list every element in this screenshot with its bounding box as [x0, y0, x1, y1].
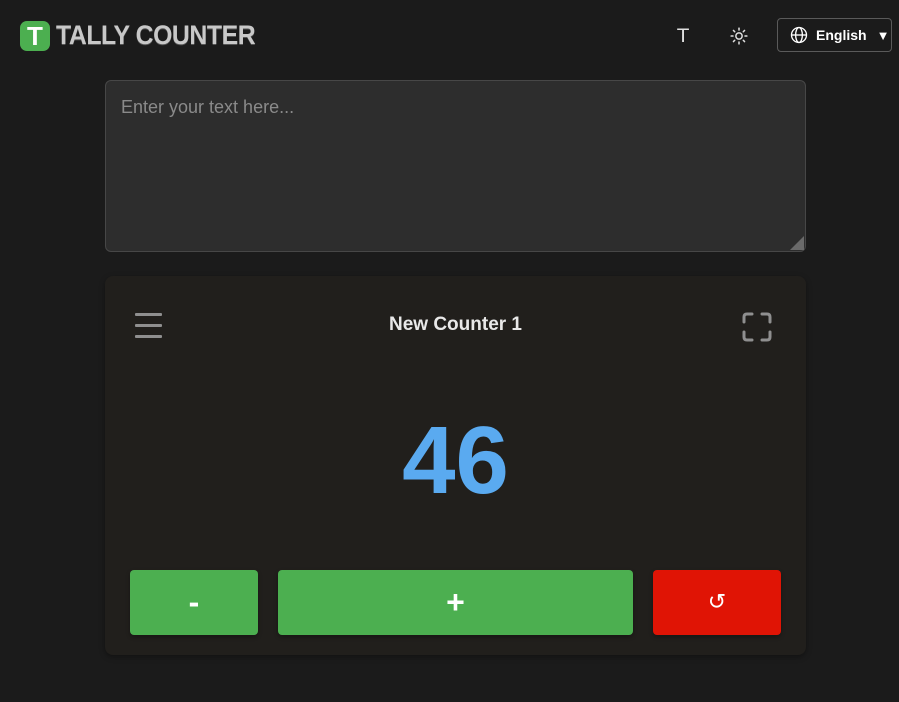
language-selected-label: English [816, 27, 867, 43]
font-size-label: T [677, 25, 689, 47]
decrement-button[interactable]: - [130, 570, 258, 635]
reset-icon: ↺ [707, 590, 727, 615]
reset-button[interactable]: ↺ [653, 570, 781, 635]
counter-value: 46 [402, 407, 509, 514]
fullscreen-button[interactable] [741, 311, 773, 343]
top-bar: T TALLY COUNTER T English ▼ [0, 0, 899, 72]
app-title: TALLY COUNTER [56, 20, 256, 50]
theme-toggle-button[interactable] [723, 20, 755, 52]
fullscreen-icon [742, 312, 772, 342]
sun-icon [730, 27, 748, 45]
increment-button[interactable]: + [278, 570, 633, 635]
resize-grip-icon[interactable] [790, 236, 804, 250]
font-size-button[interactable]: T [667, 20, 699, 52]
decrement-label: - [188, 584, 200, 620]
chevron-down-icon: ▼ [876, 27, 890, 43]
globe-icon [790, 26, 808, 44]
logo-badge-icon: T [20, 20, 50, 51]
text-input[interactable] [105, 80, 806, 252]
language-select[interactable]: English ▼ [777, 18, 892, 52]
counter-card: New Counter 1 46 - + ↺ [105, 276, 806, 655]
app-logo[interactable]: T TALLY COUNTER [20, 20, 273, 51]
logo-letter: T [27, 20, 43, 51]
counter-title[interactable]: New Counter 1 [105, 314, 806, 336]
increment-label: + [446, 584, 465, 620]
